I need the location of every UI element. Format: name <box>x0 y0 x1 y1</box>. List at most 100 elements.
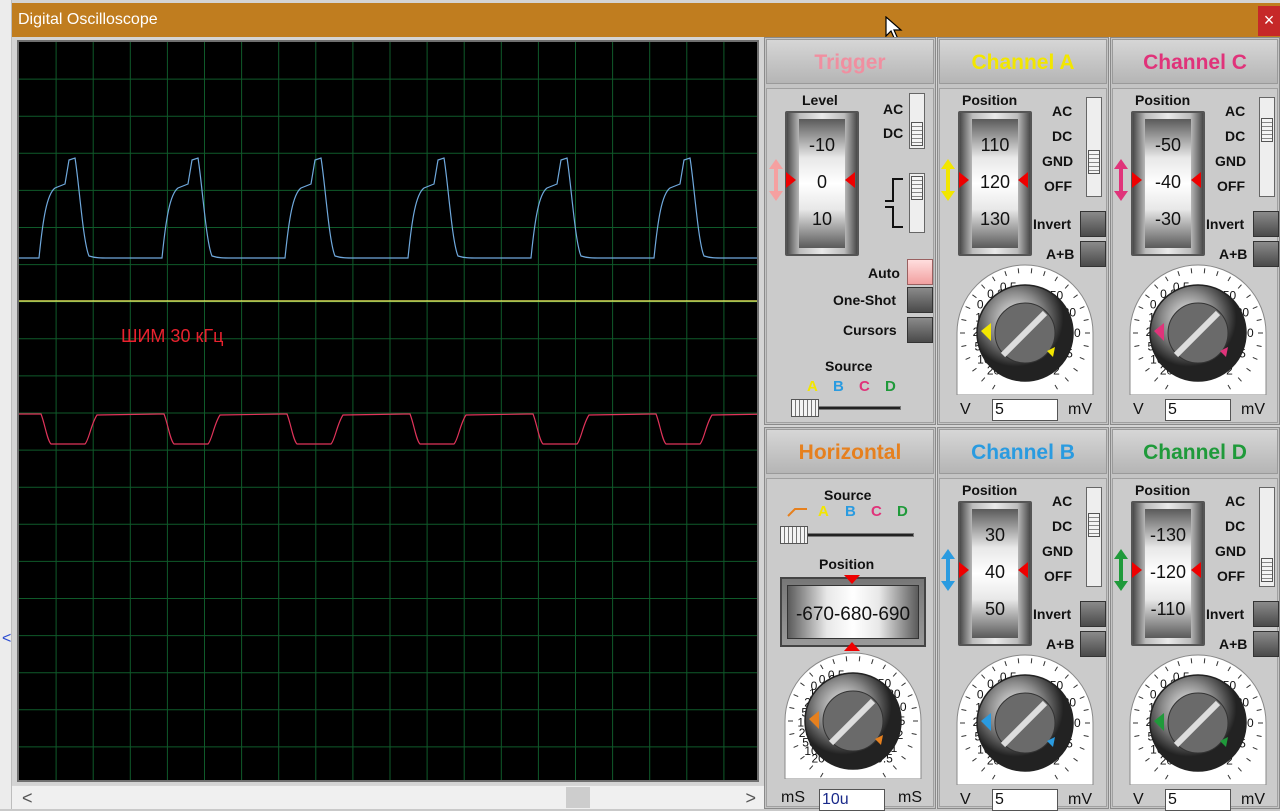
drum-value: 50 <box>984 599 1006 619</box>
channel-c-panel: Channel C Position -50 -40 -30 AC DC GND… <box>1110 37 1280 425</box>
timebase-knob[interactable]: 0.50.20.11251020501002005020105210.5 <box>769 649 937 779</box>
scroll-thumb[interactable] <box>566 787 590 808</box>
channel-a-title: Channel A <box>939 39 1107 84</box>
drum-value: -10 <box>808 135 835 155</box>
invert-label: Invert <box>1206 216 1245 232</box>
horizontal-source-slider[interactable] <box>780 526 914 544</box>
channel-b-volts-input[interactable]: 5 <box>992 789 1058 811</box>
scroll-right-icon[interactable]: > <box>745 788 756 809</box>
timebase-input[interactable]: 10u <box>819 789 885 811</box>
close-button[interactable]: × <box>1258 6 1280 36</box>
channel-d-body: Position -130 -120 -110 AC DC GND OFF In… <box>1112 478 1280 811</box>
channel-d-invert-button[interactable] <box>1253 601 1279 627</box>
source-c-label: C <box>871 503 882 520</box>
position-marker-icon <box>1132 562 1142 578</box>
off-label: OFF <box>1217 178 1245 194</box>
invert-label: Invert <box>1206 606 1245 622</box>
left-window-edge: < <box>0 0 12 809</box>
horizontal-panel: Horizontal Source A B C D Position -670-… <box>764 427 937 811</box>
a-plus-b-label: A+B <box>1219 636 1248 652</box>
position-marker-icon <box>959 172 969 188</box>
position-label: Position <box>1135 482 1191 498</box>
cursors-button[interactable] <box>907 317 933 343</box>
gnd-label: GND <box>1042 543 1074 559</box>
dial-tick <box>1017 658 1020 664</box>
channel-c-volts-input[interactable]: 5 <box>1165 399 1231 421</box>
channel-d-coupling-switch[interactable] <box>1259 487 1275 587</box>
channel-c-coupling-switch[interactable] <box>1259 97 1275 197</box>
invert-label: Invert <box>1033 606 1072 622</box>
scope-traces <box>19 42 757 780</box>
horizontal-body: Source A B C D Position -670-680-690 0.5… <box>766 478 937 811</box>
auto-button[interactable] <box>907 259 933 285</box>
channel-d-volts-input[interactable]: 5 <box>1165 789 1231 811</box>
drum-value: 10 <box>811 209 833 229</box>
off-label: OFF <box>1044 568 1072 584</box>
source-b-label: B <box>845 503 856 520</box>
invert-label: Invert <box>1033 216 1072 232</box>
a-plus-b-label: A+B <box>1219 246 1248 262</box>
one-shot-button[interactable] <box>907 287 933 313</box>
source-c-label: C <box>859 378 870 395</box>
gnd-label: GND <box>1215 543 1247 559</box>
gnd-label: GND <box>1215 153 1247 169</box>
channel-b-invert-button[interactable] <box>1080 601 1106 627</box>
dial-tick <box>1017 268 1020 274</box>
channel-a-invert-button[interactable] <box>1080 211 1106 237</box>
ac-label: AC <box>883 101 904 117</box>
position-marker-icon <box>959 562 969 578</box>
one-shot-label: One-Shot <box>833 292 896 308</box>
ac-label: AC <box>1052 493 1073 509</box>
scroll-left-icon[interactable]: < <box>22 788 33 809</box>
channel-c-invert-button[interactable] <box>1253 211 1279 237</box>
channel-a-coupling-switch[interactable] <box>1086 97 1102 197</box>
ac-label: AC <box>1225 493 1246 509</box>
level-marker-icon <box>845 172 855 188</box>
v-unit: V <box>960 401 971 418</box>
dial-tick <box>1030 268 1033 274</box>
left-arrow-icon[interactable]: < <box>2 630 11 648</box>
channel-b-volts-knob[interactable]: 0.50.20.1125102050201052 <box>942 651 1108 785</box>
channel-a-volts-knob[interactable]: 0.50.20.1125102050201052 <box>942 261 1108 395</box>
dc-label: DC <box>1225 128 1246 144</box>
position-arrows-icon <box>1114 159 1128 201</box>
channel-b-body: Position 30 40 50 AC DC GND OFF Invert A… <box>939 478 1108 811</box>
channel-b-coupling-switch[interactable] <box>1086 487 1102 587</box>
position-marker-icon <box>1191 562 1201 578</box>
drum-value: 130 <box>979 209 1011 229</box>
drum-value: -30 <box>1154 209 1181 229</box>
channel-c-volts-knob[interactable]: 0.50.20.1125102050201052 <box>1115 261 1280 395</box>
trigger-source-slider[interactable] <box>791 399 901 417</box>
drum-value: -110 <box>1150 599 1186 619</box>
channel-c-title: Channel C <box>1112 39 1278 84</box>
position-arrows-icon <box>941 159 955 201</box>
ms-unit-left: mS <box>781 789 805 806</box>
channel-b-panel: Channel B Position 30 40 50 AC DC GND OF… <box>937 427 1109 811</box>
source-a-label: A <box>818 503 829 520</box>
drum-value: -120 <box>1149 562 1187 582</box>
dial-tick <box>1030 658 1033 664</box>
drum-value: -50 <box>1154 135 1181 155</box>
position-marker-icon <box>1018 562 1028 578</box>
source-d-label: D <box>885 378 896 395</box>
v-unit: V <box>960 791 971 808</box>
ac-label: AC <box>1225 103 1246 119</box>
position-markers-icon <box>844 575 860 651</box>
horizontal-scrollbar[interactable]: < > <box>12 785 764 809</box>
a-plus-b-label: A+B <box>1046 246 1075 262</box>
off-label: OFF <box>1044 178 1072 194</box>
trigger-edge-switch[interactable] <box>909 173 925 233</box>
source-label: Source <box>825 358 873 374</box>
channel-d-volts-knob[interactable]: 0.50.20.1125102050201052 <box>1115 651 1280 785</box>
position-marker-icon <box>1132 172 1142 188</box>
trigger-coupling-switch[interactable] <box>909 93 925 149</box>
level-label: Level <box>802 92 838 108</box>
dial-tick <box>1190 658 1193 664</box>
auto-label: Auto <box>868 265 900 281</box>
dial-tick <box>858 656 861 662</box>
channel-a-volts-input[interactable]: 5 <box>992 399 1058 421</box>
position-label: Position <box>962 482 1018 498</box>
position-arrows-icon <box>1114 549 1128 591</box>
off-label: OFF <box>1217 568 1245 584</box>
drum-value: -40 <box>1154 172 1181 192</box>
